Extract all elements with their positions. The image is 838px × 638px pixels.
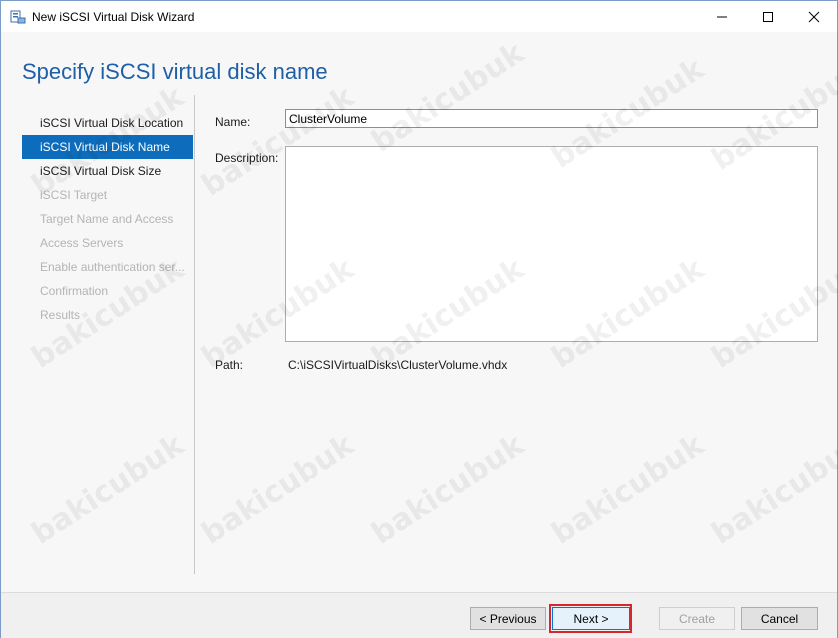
next-button[interactable]: Next > (552, 607, 630, 630)
window-title: New iSCSI Virtual Disk Wizard (32, 10, 195, 24)
watermark: bakicubuk (365, 35, 531, 160)
wizard-content: Specify iSCSI virtual disk name iSCSI Vi… (1, 32, 838, 592)
name-label: Name: (215, 115, 251, 129)
description-label: Description: (215, 151, 279, 165)
close-button[interactable] (791, 1, 837, 32)
nav-item-access-servers: Access Servers (40, 236, 124, 250)
nav-item-results: Results (40, 308, 81, 322)
maximize-icon (763, 11, 773, 22)
minimize-button[interactable] (699, 1, 745, 32)
description-textarea[interactable] (285, 146, 818, 342)
page-title: Specify iSCSI virtual disk name (22, 59, 328, 84)
close-icon (808, 11, 820, 22)
nav-item-confirmation: Confirmation (40, 284, 109, 298)
nav-item-target-name-access: Target Name and Access (40, 212, 174, 226)
title-bar[interactable]: New iSCSI Virtual Disk Wizard (1, 1, 837, 32)
watermark: bakicubuk (545, 427, 711, 552)
wizard-window: New iSCSI Virtual Disk Wizard Specify iS… (0, 0, 838, 638)
path-label: Path: (215, 358, 244, 372)
nav-item-disk-size[interactable]: iSCSI Virtual Disk Size (22, 159, 193, 183)
watermark: bakicubuk (705, 427, 838, 552)
name-input[interactable] (285, 109, 818, 128)
nav-item-iscsi-target: iSCSI Target (40, 188, 108, 202)
maximize-button[interactable] (745, 1, 791, 32)
nav-item-enable-authentication: Enable authentication ser... (40, 260, 185, 274)
server-manager-icon (10, 9, 26, 25)
nav-divider (194, 95, 195, 574)
watermark: bakicubuk (365, 427, 531, 552)
nav-item-disk-location[interactable]: iSCSI Virtual Disk Location (22, 111, 193, 135)
watermark: bakicubuk (25, 427, 191, 552)
path-value: C:\iSCSIVirtualDisks\ClusterVolume.vhdx (288, 358, 508, 372)
wizard-footer: < Previous Next > Create Cancel (1, 592, 837, 638)
previous-button[interactable]: < Previous (470, 607, 546, 630)
cancel-button[interactable]: Cancel (741, 607, 818, 630)
create-button: Create (659, 607, 735, 630)
wizard-steps-nav: iSCSI Virtual Disk Location iSCSI Virtua… (22, 111, 193, 327)
watermark: bakicubuk (195, 427, 361, 552)
minimize-icon (717, 16, 727, 17)
nav-item-disk-name[interactable]: iSCSI Virtual Disk Name (22, 135, 193, 159)
